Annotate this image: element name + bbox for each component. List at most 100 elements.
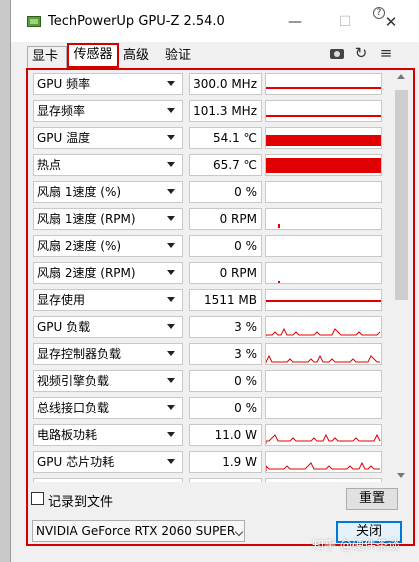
sensor-row: 风扇 2速度 (%) 0 % bbox=[32, 234, 392, 258]
sensor-scrollbar[interactable] bbox=[393, 72, 410, 482]
sensor-row: 电路板功耗 11.0 W bbox=[32, 423, 392, 447]
sensor-value: 3 % bbox=[189, 343, 262, 365]
sensor-value: 0 % bbox=[189, 397, 262, 419]
sensor-graph bbox=[265, 316, 382, 338]
sensor-row: GPU 负载 3 % bbox=[32, 315, 392, 339]
sensor-row: 显存使用 1511 MB bbox=[32, 288, 392, 312]
sensor-label-text: 风扇 1速度 (%) bbox=[37, 185, 122, 199]
dropdown-arrow-icon[interactable] bbox=[167, 243, 175, 248]
sensor-value: 0 RPM bbox=[189, 262, 262, 284]
sensor-label[interactable]: 显存控制器负载 bbox=[33, 343, 183, 365]
sensor-label[interactable]: GPU 芯片功耗 bbox=[33, 451, 183, 473]
log-to-file-checkbox[interactable] bbox=[31, 492, 44, 505]
gpuz-window: TechPowerUp GPU-Z 2.54.0 ? — ☐ ✕ 显卡 传感器 … bbox=[10, 0, 419, 562]
refresh-icon[interactable]: ↻ bbox=[353, 45, 369, 61]
scroll-up-arrow-icon[interactable] bbox=[397, 74, 405, 79]
sensor-graph bbox=[265, 154, 382, 176]
dropdown-arrow-icon[interactable] bbox=[167, 81, 175, 86]
sensor-graph bbox=[265, 100, 382, 122]
close-window-button[interactable]: ✕ bbox=[377, 10, 405, 34]
sensor-graph bbox=[265, 478, 382, 482]
sensor-graph bbox=[265, 262, 382, 284]
reset-button[interactable]: 重置 bbox=[346, 488, 398, 510]
log-to-file-label: 记录到文件 bbox=[48, 495, 114, 510]
sensor-value: 1511 MB bbox=[189, 289, 262, 311]
dropdown-arrow-icon[interactable] bbox=[167, 432, 175, 437]
tab-validation[interactable]: 验证 bbox=[161, 46, 201, 68]
screenshot-camera-icon[interactable] bbox=[329, 45, 345, 61]
sensor-value: 0 RPM bbox=[189, 208, 262, 230]
sensor-label[interactable]: 显存使用 bbox=[33, 289, 183, 311]
gpuz-app-icon bbox=[27, 16, 41, 27]
sensor-value: 300.0 MHz bbox=[189, 73, 262, 95]
sensor-label-text: 风扇 2速度 (RPM) bbox=[37, 266, 136, 280]
sensor-value: 0 % bbox=[189, 181, 262, 203]
sensor-label[interactable]: GPU 负载 bbox=[33, 316, 183, 338]
sensor-row: 风扇 2速度 (RPM) 0 RPM bbox=[32, 261, 392, 285]
sensor-label[interactable]: 风扇 2速度 (%) bbox=[33, 235, 183, 257]
dropdown-arrow-icon[interactable] bbox=[167, 405, 175, 410]
sensor-label[interactable]: GPU 温度 bbox=[33, 127, 183, 149]
sensor-graph bbox=[265, 451, 382, 473]
dropdown-arrow-icon[interactable] bbox=[167, 297, 175, 302]
dropdown-arrow-icon[interactable] bbox=[167, 324, 175, 329]
sensor-row: GPU 芯片功耗 1.9 W bbox=[32, 450, 392, 474]
sensor-label-text: 显存控制器负载 bbox=[37, 347, 122, 361]
window-title: TechPowerUp GPU-Z 2.54.0 bbox=[48, 14, 225, 29]
sensor-label[interactable]: GPU 频率 bbox=[33, 73, 183, 95]
sensor-label[interactable]: 热点 bbox=[33, 154, 183, 176]
dropdown-arrow-icon[interactable] bbox=[167, 216, 175, 221]
maximize-button[interactable]: ☐ bbox=[331, 10, 359, 34]
sensor-graph bbox=[265, 73, 382, 95]
sensor-label[interactable]: 视频引擎负载 bbox=[33, 370, 183, 392]
sensor-value: 0 % bbox=[189, 370, 262, 392]
sensor-graph bbox=[265, 181, 382, 203]
dropdown-arrow-icon[interactable] bbox=[167, 108, 175, 113]
sensor-value: 1.9 W bbox=[189, 451, 262, 473]
dropdown-arrow-icon[interactable] bbox=[167, 135, 175, 140]
scroll-thumb[interactable] bbox=[395, 90, 408, 300]
sensor-label-text: 总线接口负载 bbox=[37, 401, 110, 415]
sensor-label-text: GPU 频率 bbox=[37, 77, 91, 91]
tab-graphics-card[interactable]: 显卡 bbox=[27, 46, 67, 68]
sensor-label-text: 风扇 2速度 (%) bbox=[37, 239, 122, 253]
sensor-label[interactable]: 风扇 2速度 (RPM) bbox=[33, 262, 183, 284]
tab-bar: 显卡 传感器 高级 验证 ↻ ≡ bbox=[11, 42, 419, 68]
sensor-label[interactable]: 风扇 1速度 (RPM) bbox=[33, 208, 183, 230]
sensor-row: 风扇 1速度 (%) 0 % bbox=[32, 180, 392, 204]
minimize-button[interactable]: — bbox=[281, 10, 309, 34]
sensor-row: 热点 65.7 ℃ bbox=[32, 153, 392, 177]
dropdown-arrow-icon[interactable] bbox=[167, 459, 175, 464]
tab-sensors[interactable]: 传感器 bbox=[67, 43, 119, 68]
dropdown-arrow-icon[interactable] bbox=[167, 270, 175, 275]
sensor-value: 0 % bbox=[189, 235, 262, 257]
sensor-value: 54.1 ℃ bbox=[189, 127, 262, 149]
menu-icon[interactable]: ≡ bbox=[378, 45, 394, 61]
sensor-row: MVDDC 功耗 1.0 W bbox=[32, 477, 392, 482]
sensor-label[interactable]: 显存频率 bbox=[33, 100, 183, 122]
sensor-label[interactable]: 电路板功耗 bbox=[33, 424, 183, 446]
dropdown-arrow-icon[interactable] bbox=[167, 378, 175, 383]
chevron-down-icon bbox=[234, 527, 244, 537]
sensor-row: GPU 温度 54.1 ℃ bbox=[32, 126, 392, 150]
dropdown-arrow-icon[interactable] bbox=[167, 162, 175, 167]
sensor-graph bbox=[265, 208, 382, 230]
sensor-graph bbox=[265, 424, 382, 446]
sensor-graph bbox=[265, 289, 382, 311]
sensor-graph bbox=[265, 127, 382, 149]
dropdown-arrow-icon[interactable] bbox=[167, 351, 175, 356]
sensor-row: 风扇 1速度 (RPM) 0 RPM bbox=[32, 207, 392, 231]
sensor-row: GPU 频率 300.0 MHz bbox=[32, 72, 392, 96]
scroll-down-arrow-icon[interactable] bbox=[397, 473, 405, 478]
sensor-label-text: GPU 负载 bbox=[37, 320, 91, 334]
tab-advanced[interactable]: 高级 bbox=[119, 46, 159, 68]
sensor-label[interactable]: 风扇 1速度 (%) bbox=[33, 181, 183, 203]
sensor-graph bbox=[265, 397, 382, 419]
sensor-list: GPU 频率 300.0 MHz 显存频率 101.3 MHz GPU 温度 54.1 ℃… bbox=[32, 72, 392, 482]
sensor-row: 显存频率 101.3 MHz bbox=[32, 99, 392, 123]
gpu-select[interactable]: NVIDIA GeForce RTX 2060 SUPER bbox=[32, 520, 245, 542]
watermark: 知乎 @硬件茶谈 bbox=[312, 538, 400, 552]
sensor-label[interactable]: 总线接口负载 bbox=[33, 397, 183, 419]
dropdown-arrow-icon[interactable] bbox=[167, 189, 175, 194]
sensor-label[interactable]: MVDDC 功耗 bbox=[33, 478, 183, 482]
